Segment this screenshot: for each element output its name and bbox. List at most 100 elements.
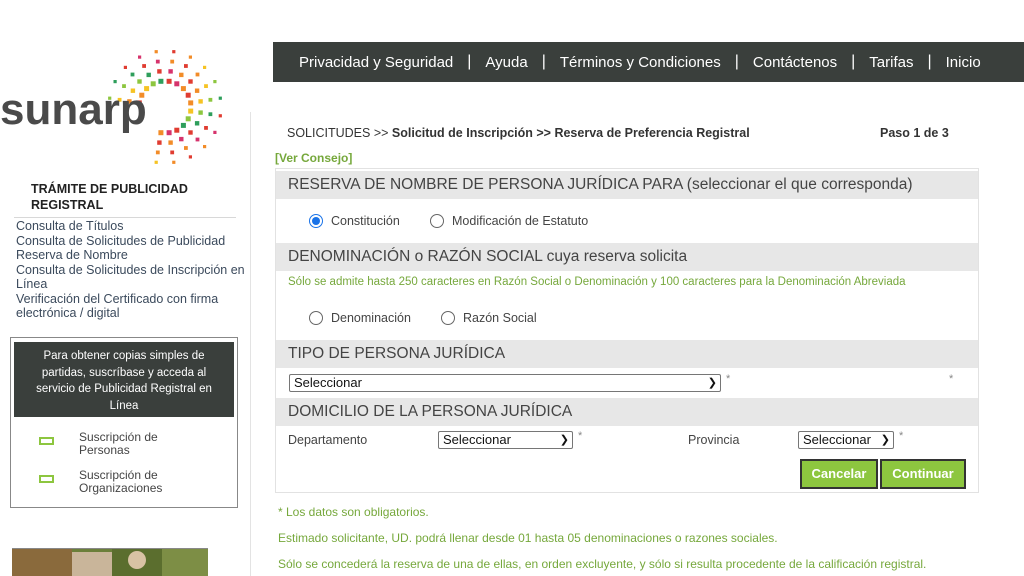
promo-item-personas[interactable]: Suscripción de Personas (39, 431, 158, 457)
tipo-persona-select[interactable]: Seleccionar ❯ (289, 374, 721, 392)
tipo-persona-select-value: Seleccionar (294, 375, 362, 390)
logo-sunburst-dot (188, 100, 194, 106)
sidebar-link-consulta-inscripcion: Consulta de Solicitudes de Inscripción e… (16, 263, 248, 292)
sidebar-link-consulta-publicidad: Consulta de Solicitudes de Publicidad (16, 234, 248, 249)
logo-sunburst-dot (218, 96, 222, 100)
sunarp-logo[interactable]: sunarp (0, 42, 230, 172)
promo-photo[interactable] (12, 548, 208, 576)
denominacion-hint: Sólo se admite hasta 250 caracteres en R… (288, 276, 906, 288)
logo-sunburst-dot (130, 72, 135, 77)
subscription-promo-box: Para obtener copias simples de partidas,… (10, 337, 238, 508)
logo-sunburst-dot (194, 88, 200, 93)
promo-item-organizaciones[interactable]: Suscripción de Organizaciones (39, 469, 162, 495)
sidebar-link-consulta-titulos-anchor[interactable]: Consulta de Títulos (16, 219, 123, 233)
radio-razon-social-control[interactable] (441, 311, 455, 325)
breadcrumb: SOLICITUDES >> Solicitud de Inscripción … (287, 126, 750, 140)
logo-sunburst-dot (203, 65, 207, 69)
promo-label-organizaciones[interactable]: Suscripción de Organizaciones (79, 469, 209, 495)
provincia-select-value: Seleccionar (803, 432, 871, 447)
radio-denominacion[interactable]: Denominación (309, 311, 411, 325)
ver-consejo-link[interactable]: [Ver Consejo] (275, 151, 352, 165)
envelope-icon (39, 475, 54, 483)
radio-constitucion[interactable]: Constitución (309, 214, 400, 228)
logo-sunburst-dot (146, 72, 151, 78)
promo-label-personas[interactable]: Suscripción de Personas (79, 431, 209, 457)
sidebar-title-divider (14, 217, 236, 218)
sidebar-link-consulta-titulos: Consulta de Títulos (16, 219, 248, 234)
sidebar-link-consulta-inscripcion-anchor[interactable]: Consulta de Solicitudes de Inscripción e… (16, 263, 245, 292)
radio-modificacion-estatuto[interactable]: Modificación de Estatuto (430, 214, 588, 228)
nav-separator: | (541, 53, 546, 70)
logo-sunburst-dot (157, 69, 162, 74)
provincia-label: Provincia (688, 433, 740, 447)
required-mark: * (726, 373, 731, 385)
logo-sunburst-dot (166, 130, 172, 136)
radio-denominacion-label: Denominación (331, 311, 411, 325)
reserva-form: RESERVA DE NOMBRE DE PERSONA JURÍDICA PA… (275, 168, 979, 493)
step-indicator: Paso 1 de 3 (880, 126, 949, 140)
radio-modificacion-label: Modificación de Estatuto (452, 214, 589, 228)
logo-sunburst-dot (213, 130, 217, 134)
logo-sunburst-dot (123, 65, 127, 69)
nav-link-contactenos[interactable]: Contáctenos (753, 54, 837, 71)
required-mark: * (899, 430, 904, 442)
logo-sunburst-dot (157, 140, 162, 145)
reserva-note: Sólo se concederá la reserva de una de e… (278, 557, 927, 571)
logo-sunburst-dot (198, 99, 203, 104)
continue-button[interactable]: Continuar (880, 459, 966, 489)
nav-separator: | (851, 53, 856, 70)
departamento-label: Departamento (288, 433, 368, 447)
logo-sunburst-dot (204, 84, 208, 88)
logo-sunburst-dot (179, 72, 184, 78)
cancel-button[interactable]: Cancelar (800, 459, 878, 489)
required-mark: * (578, 430, 583, 442)
departamento-select-value: Seleccionar (443, 432, 511, 447)
logo-sunburst-dot (188, 55, 192, 59)
logo-sunburst-dot (194, 121, 200, 126)
radio-constitucion-label: Constitución (331, 214, 400, 228)
sidebar-link-reserva-nombre: Reserva de Nombre (16, 248, 248, 263)
logo-sunburst-dot (188, 108, 194, 114)
logo-sunburst-dot (172, 50, 176, 54)
nav-link-inicio[interactable]: Inicio (946, 54, 981, 71)
radio-modificacion-control[interactable] (430, 214, 444, 228)
sidebar-link-consulta-publicidad-anchor[interactable]: Consulta de Solicitudes de Publicidad (16, 234, 225, 248)
nav-link-privacidad[interactable]: Privacidad y Seguridad (299, 54, 453, 71)
radio-constitucion-control[interactable] (309, 214, 323, 228)
logo-sunburst-dot (208, 97, 213, 102)
logo-sunburst-dot (155, 59, 160, 64)
breadcrumb-root: SOLICITUDES >> (287, 126, 392, 140)
logo-sunburst-dot (158, 130, 164, 136)
promo-photo-image (12, 548, 208, 576)
departamento-select[interactable]: Seleccionar ❯ (438, 431, 573, 449)
logo-sunburst-dot (168, 140, 173, 145)
sidebar-link-verificacion-certificado-anchor[interactable]: Verificación del Certificado con firma e… (16, 292, 218, 321)
logo-sunburst-dot (218, 114, 222, 118)
promo-header-text: Para obtener copias simples de partidas,… (14, 342, 234, 417)
nav-link-terminos[interactable]: Términos y Condiciones (560, 54, 721, 71)
logo-sunburst-dot (138, 55, 142, 59)
logo-sunburst-dot (174, 81, 180, 87)
sidebar-links: Consulta de Títulos Consulta de Solicitu… (16, 219, 248, 321)
nav-separator: | (927, 53, 932, 70)
radio-razon-social-label: Razón Social (463, 311, 537, 325)
sidebar-link-reserva-nombre-anchor[interactable]: Reserva de Nombre (16, 248, 128, 262)
logo-sunburst-dot (198, 110, 203, 115)
logo-sunburst-dot (204, 126, 208, 130)
provincia-select[interactable]: Seleccionar ❯ (798, 431, 894, 449)
nav-link-tarifas[interactable]: Tarifas (869, 54, 913, 71)
logo-sunburst-dot (170, 59, 175, 64)
envelope-icon (39, 437, 54, 445)
logo-sunburst-dot (184, 146, 188, 150)
sidebar-divider (250, 112, 251, 576)
logo-sunburst-dot (185, 92, 191, 98)
logo-sunburst-dot (180, 86, 186, 92)
logo-sunburst-dot (174, 127, 180, 133)
nav-link-ayuda[interactable]: Ayuda (485, 54, 527, 71)
radio-razon-social[interactable]: Razón Social (441, 311, 537, 325)
required-mark: * (949, 373, 954, 385)
logo-sunburst-dot (188, 155, 192, 159)
radio-denominacion-control[interactable] (309, 311, 323, 325)
chevron-down-icon: ❯ (880, 434, 890, 446)
breadcrumb-current: Solicitud de Inscripción >> Reserva de P… (391, 126, 750, 140)
